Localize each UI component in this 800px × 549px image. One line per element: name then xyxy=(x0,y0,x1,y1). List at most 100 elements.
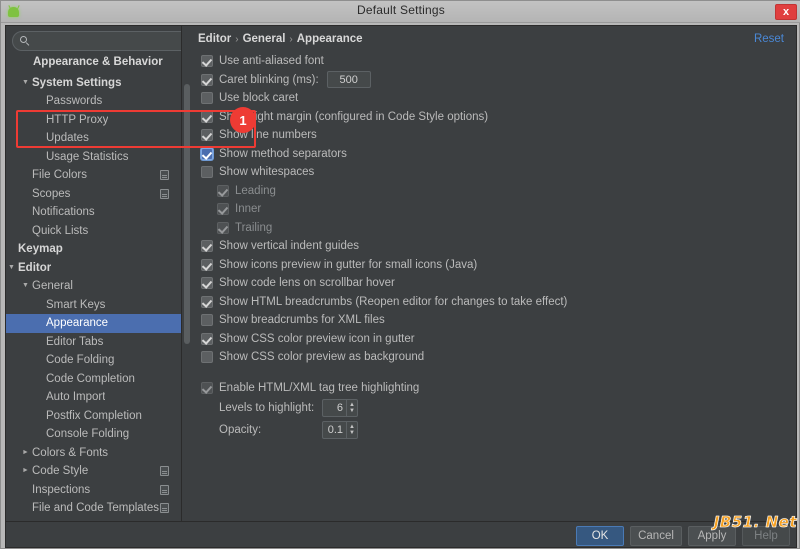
option-show-html-breadcrumbs-reopen-editor-for-changes-to-take-effect[interactable]: Show HTML breadcrumbs (Reopen editor for… xyxy=(201,293,791,312)
sidebar-item-code-completion[interactable]: Code Completion xyxy=(6,370,182,389)
breadcrumb-item-general[interactable]: General xyxy=(243,33,286,45)
sidebar-item-auto-import[interactable]: Auto Import xyxy=(6,388,182,407)
chevron-down-icon[interactable]: ▼ xyxy=(21,74,30,93)
settings-window: Default Settings x Appearance & Behavior… xyxy=(0,0,800,549)
checkbox[interactable] xyxy=(201,166,213,178)
sidebar-item-postfix-completion[interactable]: Postfix Completion xyxy=(6,407,182,426)
checkbox[interactable] xyxy=(201,296,213,308)
sidebar-item-quick-lists[interactable]: Quick Lists xyxy=(6,222,182,241)
option-show-right-margin-configured-in-code-style-options[interactable]: Show right margin (configured in Code St… xyxy=(201,108,791,127)
option-show-whitespaces[interactable]: Show whitespaces xyxy=(201,163,791,182)
option-show-vertical-indent-guides[interactable]: Show vertical indent guides xyxy=(201,237,791,256)
sidebar-item-file-encodings[interactable]: File Encodings xyxy=(6,518,182,522)
sidebar-item-updates[interactable]: Updates xyxy=(6,129,182,148)
sidebar-item-notifications[interactable]: Notifications xyxy=(6,203,182,222)
option-label: Show vertical indent guides xyxy=(219,240,359,252)
option-label: Show line numbers xyxy=(219,129,317,141)
option-show-breadcrumbs-for-xml-files[interactable]: Show breadcrumbs for XML files xyxy=(201,311,791,330)
sidebar-item-passwords[interactable]: Passwords xyxy=(6,92,182,111)
sidebar-item-general[interactable]: ▼General xyxy=(6,277,182,296)
sidebar-item-http-proxy[interactable]: HTTP Proxy xyxy=(6,111,182,130)
sidebar-item-file-colors[interactable]: File Colors xyxy=(6,166,182,185)
scrollbar-thumb[interactable] xyxy=(184,84,190,344)
reset-link[interactable]: Reset xyxy=(754,33,784,45)
sidebar-item-label: Notifications xyxy=(6,206,95,218)
sidebar-item-inspections[interactable]: Inspections xyxy=(6,481,182,500)
option-show-code-lens-on-scrollbar-hover[interactable]: Show code lens on scrollbar hover xyxy=(201,274,791,293)
levels-to-highlight-row: Levels to highlight:6▲▼ xyxy=(201,397,791,419)
sidebar-scrollbar[interactable] xyxy=(183,26,190,521)
copy-settings-icon xyxy=(160,503,169,513)
sidebar-item-file-and-code-templates[interactable]: File and Code Templates xyxy=(6,499,182,518)
sidebar-item-scopes[interactable]: Scopes xyxy=(6,185,182,204)
option-use-anti-aliased-font[interactable]: Use anti-aliased font xyxy=(201,52,791,71)
search-input[interactable] xyxy=(35,33,182,49)
chevron-down-icon[interactable]: ▼ xyxy=(7,259,16,278)
sidebar-item-code-style[interactable]: ►Code Style xyxy=(6,462,182,481)
checkbox[interactable] xyxy=(217,185,229,197)
checkbox[interactable] xyxy=(201,92,213,104)
sidebar-item-editor[interactable]: ▼Editor xyxy=(6,259,182,278)
option-show-line-numbers[interactable]: Show line numbers xyxy=(201,126,791,145)
checkbox[interactable] xyxy=(201,314,213,326)
levels-to-highlight-spinner[interactable]: 6▲▼ xyxy=(322,399,358,417)
sidebar-item-label: Postfix Completion xyxy=(6,410,142,422)
option-show-css-color-preview-as-background[interactable]: Show CSS color preview as background xyxy=(201,348,791,367)
sidebar-item-label: Console Folding xyxy=(6,428,129,440)
checkbox[interactable] xyxy=(217,222,229,234)
sidebar-item-label: HTTP Proxy xyxy=(6,114,108,126)
caret-blinking-input[interactable]: 500 xyxy=(327,71,371,88)
checkbox[interactable] xyxy=(201,74,213,86)
option-caret-blinking-ms[interactable]: Caret blinking (ms):500 xyxy=(201,71,791,90)
checkbox[interactable] xyxy=(201,351,213,363)
spinner-arrows[interactable]: ▲▼ xyxy=(346,422,357,438)
option-label: Show method separators xyxy=(219,148,347,160)
option-show-icons-preview-in-gutter-for-small-icons-java[interactable]: Show icons preview in gutter for small i… xyxy=(201,256,791,275)
checkbox[interactable] xyxy=(201,382,213,394)
sidebar-item-label: Appearance xyxy=(6,317,108,329)
sidebar-item-label: Code Completion xyxy=(6,373,135,385)
spinner-down-icon[interactable]: ▼ xyxy=(349,430,355,436)
cancel-button[interactable]: Cancel xyxy=(630,526,682,546)
checkbox[interactable] xyxy=(201,111,213,123)
option-show-method-separators[interactable]: Show method separators xyxy=(201,145,791,164)
spinner-down-icon[interactable]: ▼ xyxy=(349,408,355,414)
chevron-down-icon[interactable]: ▼ xyxy=(21,277,30,296)
breadcrumb-item-editor[interactable]: Editor xyxy=(198,33,231,45)
breadcrumb-item-appearance[interactable]: Appearance xyxy=(297,33,363,45)
spinner-arrows[interactable]: ▲▼ xyxy=(346,400,357,416)
settings-tree[interactable]: Appearance & Behavior ▼System SettingsPas… xyxy=(6,55,182,521)
opacity-value: 0.1 xyxy=(323,424,346,436)
checkbox[interactable] xyxy=(217,203,229,215)
sidebar-sticky-header: Appearance & Behavior xyxy=(6,55,174,70)
opacity-spinner[interactable]: 0.1▲▼ xyxy=(322,421,358,439)
option-enable-html-xml-tag-tree-highlighting[interactable]: Enable HTML/XML tag tree highlighting xyxy=(201,379,791,398)
chevron-right-icon[interactable]: ► xyxy=(21,444,30,463)
checkbox[interactable] xyxy=(201,333,213,345)
option-trailing[interactable]: Trailing xyxy=(201,219,791,238)
ok-button[interactable]: OK xyxy=(576,526,624,546)
option-use-block-caret[interactable]: Use block caret xyxy=(201,89,791,108)
chevron-right-icon[interactable]: ► xyxy=(21,462,30,481)
sidebar-item-appearance[interactable]: Appearance xyxy=(6,314,182,333)
sidebar-item-keymap[interactable]: Keymap xyxy=(6,240,182,259)
sidebar-item-editor-tabs[interactable]: Editor Tabs xyxy=(6,333,182,352)
sidebar-item-usage-statistics[interactable]: Usage Statistics xyxy=(6,148,182,167)
sidebar-item-console-folding[interactable]: Console Folding xyxy=(6,425,182,444)
checkbox[interactable] xyxy=(201,129,213,141)
option-leading[interactable]: Leading xyxy=(201,182,791,201)
checkbox[interactable] xyxy=(201,259,213,271)
search-box[interactable] xyxy=(12,31,182,51)
checkbox[interactable] xyxy=(201,55,213,67)
sidebar-item-smart-keys[interactable]: Smart Keys xyxy=(6,296,182,315)
dialog-footer: OK Cancel Apply Help xyxy=(5,522,797,548)
checkbox[interactable] xyxy=(201,277,213,289)
sidebar-item-system-settings[interactable]: ▼System Settings xyxy=(6,74,182,93)
checkbox[interactable] xyxy=(201,148,213,160)
option-inner[interactable]: Inner xyxy=(201,200,791,219)
checkbox[interactable] xyxy=(201,240,213,252)
option-show-css-color-preview-icon-in-gutter[interactable]: Show CSS color preview icon in gutter xyxy=(201,330,791,349)
sidebar-item-colors-fonts[interactable]: ►Colors & Fonts xyxy=(6,444,182,463)
close-icon[interactable]: x xyxy=(775,4,797,20)
sidebar-item-code-folding[interactable]: Code Folding xyxy=(6,351,182,370)
